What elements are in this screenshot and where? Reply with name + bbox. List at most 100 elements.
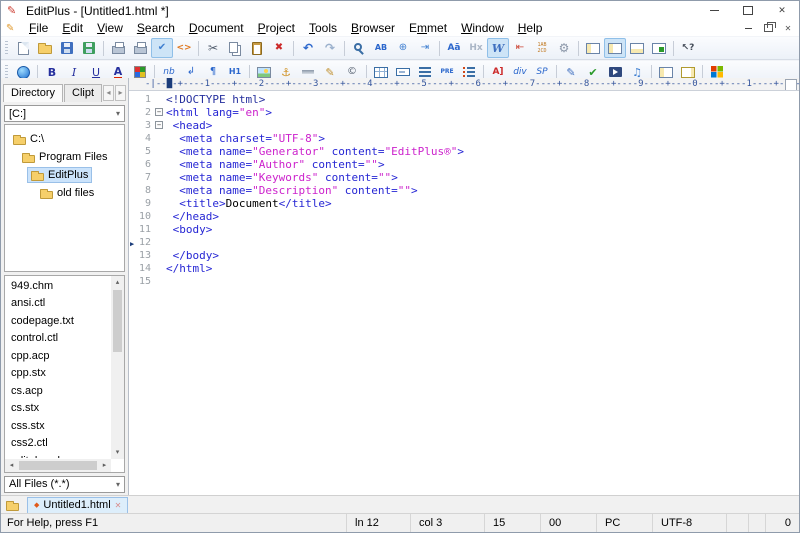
wrap-column-button[interactable]: ⇤: [509, 38, 531, 58]
document-tab-untitled1[interactable]: ◆ Untitled1.html ✕: [27, 497, 128, 514]
go-to-line-button[interactable]: ⇥: [414, 38, 436, 58]
file-item-control-ctl[interactable]: control.ctl: [5, 330, 110, 348]
tree-item-editplus[interactable]: EditPlus: [5, 166, 124, 184]
menu-window[interactable]: Window: [454, 21, 511, 35]
code-text: <meta name="Author" content="">: [166, 158, 385, 171]
tree-item-program-files[interactable]: Program Files: [5, 148, 124, 166]
maximize-button[interactable]: [731, 2, 765, 20]
cut-button[interactable]: ✂: [202, 38, 224, 58]
menu-project[interactable]: Project: [251, 21, 302, 35]
open-file-button[interactable]: [34, 38, 56, 58]
file-list-hscrollbar[interactable]: ◂ ▸: [5, 459, 111, 472]
scroll-right-icon[interactable]: ▸: [98, 459, 111, 472]
menu-document[interactable]: Document: [182, 21, 251, 35]
code-line[interactable]: 7 <meta name="Keywords" content="">: [129, 171, 799, 184]
tab-folder-icon[interactable]: [6, 503, 19, 511]
code-line[interactable]: 5 <meta name="Generator" content="EditPl…: [129, 145, 799, 158]
mdi-close-button[interactable]: ✕: [779, 22, 797, 35]
undo-icon: ↶: [303, 42, 313, 54]
sidebar-tab-clipt[interactable]: Clipt: [64, 84, 102, 102]
code-line[interactable]: 8 <meta name="Description" content="">: [129, 184, 799, 197]
code-line[interactable]: 14</html>: [129, 262, 799, 275]
line-numbers-button[interactable]: [531, 38, 553, 58]
code-line[interactable]: 9 <title>Document</title>: [129, 197, 799, 210]
file-item-cpp-stx[interactable]: cpp.stx: [5, 365, 110, 383]
file-item-css-stx[interactable]: css.stx: [5, 418, 110, 436]
scroll-up-icon[interactable]: ▴: [111, 276, 124, 289]
file-item-codepage-txt[interactable]: codepage.txt: [5, 313, 110, 331]
save-all-button[interactable]: [78, 38, 100, 58]
code-line[interactable]: 12▶: [129, 236, 799, 249]
fold-collapse-icon[interactable]: −: [155, 121, 163, 129]
code-area[interactable]: 1<!DOCTYPE html>2−<html lang="en">3− <he…: [129, 91, 799, 496]
tree-item-old-files[interactable]: old files: [5, 184, 124, 202]
preferences-button[interactable]: ⚙: [553, 38, 575, 58]
minimize-button[interactable]: [697, 2, 731, 20]
scroll-left-icon[interactable]: ◂: [5, 459, 18, 472]
code-line[interactable]: 4 <meta charset="UTF-8">: [129, 132, 799, 145]
toolbar-grip[interactable]: [5, 41, 8, 56]
menu-file[interactable]: File: [22, 21, 55, 35]
file-item-ansi-ctl[interactable]: ansi.ctl: [5, 295, 110, 313]
html-tags-button[interactable]: <>: [173, 38, 195, 58]
code-line[interactable]: 15: [129, 275, 799, 288]
file-item-editplus-chm[interactable]: editplus.chm: [5, 453, 110, 458]
menu-help[interactable]: Help: [511, 21, 550, 35]
spell-check-button[interactable]: ✔: [151, 38, 173, 58]
tab-scroll-right-icon[interactable]: ▸: [115, 85, 126, 101]
save-button[interactable]: [56, 38, 78, 58]
file-list-vscrollbar[interactable]: ▴ ▾: [111, 276, 124, 459]
toggle-directory-window-button[interactable]: [582, 38, 604, 58]
tree-item-c-[interactable]: C:\: [5, 130, 124, 148]
code-line[interactable]: 13 </body>: [129, 249, 799, 262]
file-item-949-chm[interactable]: 949.chm: [5, 278, 110, 296]
toggle-browser-window-button[interactable]: [648, 38, 670, 58]
undo-button[interactable]: ↶: [297, 38, 319, 58]
print-preview-button[interactable]: [107, 38, 129, 58]
find-in-files-button[interactable]: ⊕: [392, 38, 414, 58]
menu-browser[interactable]: Browser: [344, 21, 402, 35]
vscrollbar-thumb[interactable]: [113, 290, 122, 352]
scroll-down-icon[interactable]: ▾: [111, 446, 124, 459]
code-line[interactable]: 11 <body>: [129, 223, 799, 236]
code-line[interactable]: 3− <head>: [129, 119, 799, 132]
file-filter-selector[interactable]: All Files (*.*) ▾: [4, 476, 125, 493]
menu-view[interactable]: View: [90, 21, 130, 35]
file-item-cpp-acp[interactable]: cpp.acp: [5, 348, 110, 366]
drive-selector[interactable]: [C:] ▾: [4, 105, 125, 122]
new-document-button[interactable]: [12, 38, 34, 58]
paste-button[interactable]: [246, 38, 268, 58]
fold-collapse-icon[interactable]: −: [155, 108, 163, 116]
replace-button[interactable]: AB: [370, 38, 392, 58]
toggle-output-window-button[interactable]: [626, 38, 648, 58]
menu-search[interactable]: Search: [130, 21, 182, 35]
hex-viewer-button[interactable]: Hx: [465, 38, 487, 58]
code-line[interactable]: 2−<html lang="en">: [129, 106, 799, 119]
code-line[interactable]: 10 </head>: [129, 210, 799, 223]
sidebar-tab-directory[interactable]: Directory: [3, 84, 63, 102]
file-item-css2-ctl[interactable]: css2.ctl: [5, 435, 110, 453]
code-text: <head>: [166, 119, 212, 132]
context-help-button[interactable]: ↖?: [677, 38, 699, 58]
close-button[interactable]: ✕: [765, 2, 799, 20]
code-line[interactable]: 6 <meta name="Author" content="">: [129, 158, 799, 171]
tab-scroll-left-icon[interactable]: ◂: [103, 85, 114, 101]
change-case-button[interactable]: Aā: [443, 38, 465, 58]
file-item-cs-acp[interactable]: cs.acp: [5, 383, 110, 401]
find-button[interactable]: [348, 38, 370, 58]
code-line[interactable]: 1<!DOCTYPE html>: [129, 93, 799, 106]
delete-button[interactable]: ✖: [268, 38, 290, 58]
word-wrap-button[interactable]: W: [487, 38, 509, 58]
toggle-cliptext-window-button[interactable]: [604, 38, 626, 58]
menu-edit[interactable]: Edit: [55, 21, 90, 35]
copy-button[interactable]: [224, 38, 246, 58]
redo-button[interactable]: ↷: [319, 38, 341, 58]
mdi-restore-button[interactable]: [759, 22, 777, 35]
hscrollbar-thumb[interactable]: [19, 461, 97, 470]
menu-emmet[interactable]: Emmet: [402, 21, 454, 35]
mdi-minimize-button[interactable]: [739, 22, 757, 35]
file-item-cs-stx[interactable]: cs.stx: [5, 400, 110, 418]
menu-tools[interactable]: Tools: [302, 21, 344, 35]
tab-close-icon[interactable]: ✕: [115, 501, 122, 510]
print-button[interactable]: [129, 38, 151, 58]
